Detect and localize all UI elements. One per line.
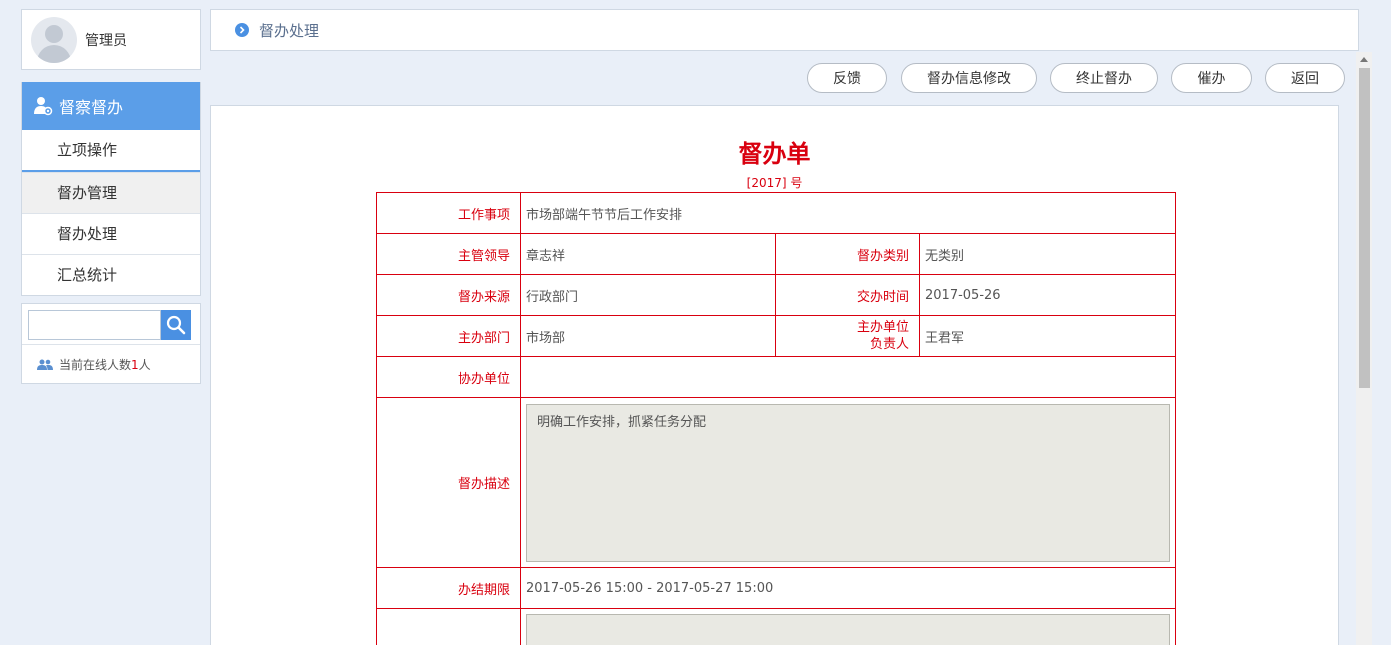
scroll-up-icon[interactable] [1360, 57, 1368, 62]
vertical-scrollbar[interactable] [1356, 52, 1372, 645]
user-panel: 管理员 [21, 9, 201, 70]
online-suffix: 人 [138, 358, 151, 372]
description-textarea[interactable]: 明确工作安排，抓紧任务分配 [526, 403, 1170, 562]
label-empty [376, 608, 521, 645]
search-button[interactable] [161, 310, 191, 340]
users-icon [37, 359, 53, 370]
extra-textarea[interactable] [526, 614, 1170, 645]
urge-button[interactable]: 催办 [1171, 63, 1252, 93]
nav-header-label: 督察督办 [59, 98, 124, 117]
description-cell: 明确工作安排，抓紧任务分配 [520, 397, 1176, 568]
scroll-thumb[interactable] [1359, 68, 1370, 388]
form-row: 协办单位 [376, 356, 1176, 398]
label-assist: 协办单位 [376, 356, 521, 398]
breadcrumb: 督办处理 [210, 9, 1359, 51]
label-assign-time: 交办时间 [775, 274, 920, 316]
form-number: [2017] 号 [746, 176, 803, 190]
value-deadline: 2017-05-26 15:00 - 2017-05-27 15:00 [520, 567, 1176, 609]
label-description: 督办描述 [376, 397, 521, 568]
search-panel: 当前在线人数 1 人 [21, 303, 201, 384]
form-row [376, 608, 1176, 645]
user-settings-icon [34, 97, 53, 116]
label-work-item: 工作事项 [376, 192, 521, 234]
form-title: 督办单 [738, 140, 811, 168]
nav-item-supervision-processing[interactable]: 督办处理 [22, 213, 200, 254]
label-deadline: 办结期限 [376, 567, 521, 609]
breadcrumb-title: 督办处理 [259, 21, 320, 40]
search-input[interactable] [28, 310, 161, 340]
nav-item-project-setup[interactable]: 立项操作 [22, 130, 200, 172]
label-source: 督办来源 [376, 274, 521, 316]
search-icon [166, 315, 186, 335]
value-assist [520, 356, 1176, 398]
nav-item-supervision-management[interactable]: 督办管理 [22, 172, 200, 213]
online-prefix: 当前在线人数 [59, 358, 132, 372]
form-row: 工作事项 市场部端午节节后工作安排 [376, 192, 1176, 234]
form-panel: 督办单 [2017] 号 工作事项 市场部端午节节后工作安排 主管领导 章志祥 … [210, 105, 1339, 645]
terminate-button[interactable]: 终止督办 [1050, 63, 1158, 93]
form-row: 主办部门 市场部 主办单位 负责人 王君军 [376, 315, 1176, 357]
value-owner: 王君军 [919, 315, 1176, 357]
value-source: 行政部门 [520, 274, 776, 316]
form-row: 办结期限 2017-05-26 15:00 - 2017-05-27 15:00 [376, 567, 1176, 609]
user-name: 管理员 [85, 33, 127, 49]
supervision-form-table: 工作事项 市场部端午节节后工作安排 主管领导 章志祥 督办类别 无类别 督办来源… [376, 192, 1176, 645]
sidebar-nav: 督察督办 立项操作 督办管理 督办处理 汇总统计 [21, 82, 201, 296]
form-row: 督办来源 行政部门 交办时间 2017-05-26 [376, 274, 1176, 316]
edit-info-button[interactable]: 督办信息修改 [901, 63, 1037, 93]
value-dept: 市场部 [520, 315, 776, 357]
label-category: 督办类别 [775, 233, 920, 275]
form-row: 主管领导 章志祥 督办类别 无类别 [376, 233, 1176, 275]
value-assign-time: 2017-05-26 [919, 274, 1176, 316]
label-dept: 主办部门 [376, 315, 521, 357]
label-leader: 主管领导 [376, 233, 521, 275]
chevron-right-circle-icon [235, 23, 249, 37]
avatar[interactable] [31, 17, 77, 63]
value-category: 无类别 [919, 233, 1176, 275]
value-leader: 章志祥 [520, 233, 776, 275]
nav-item-summary-statistics[interactable]: 汇总统计 [22, 254, 200, 295]
extra-cell [520, 608, 1176, 645]
label-owner: 主办单位 负责人 [775, 315, 920, 357]
label-owner-line1: 主办单位 [856, 320, 909, 335]
back-button[interactable]: 返回 [1265, 63, 1345, 93]
form-row: 督办描述 明确工作安排，抓紧任务分配 [376, 397, 1176, 568]
online-count: 当前在线人数 1 人 [22, 345, 200, 384]
label-owner-line2: 负责人 [869, 337, 909, 352]
nav-header[interactable]: 督察督办 [22, 82, 200, 130]
online-number: 1 [131, 357, 139, 372]
value-work-item: 市场部端午节节后工作安排 [520, 192, 1176, 234]
feedback-button[interactable]: 反馈 [807, 63, 887, 93]
